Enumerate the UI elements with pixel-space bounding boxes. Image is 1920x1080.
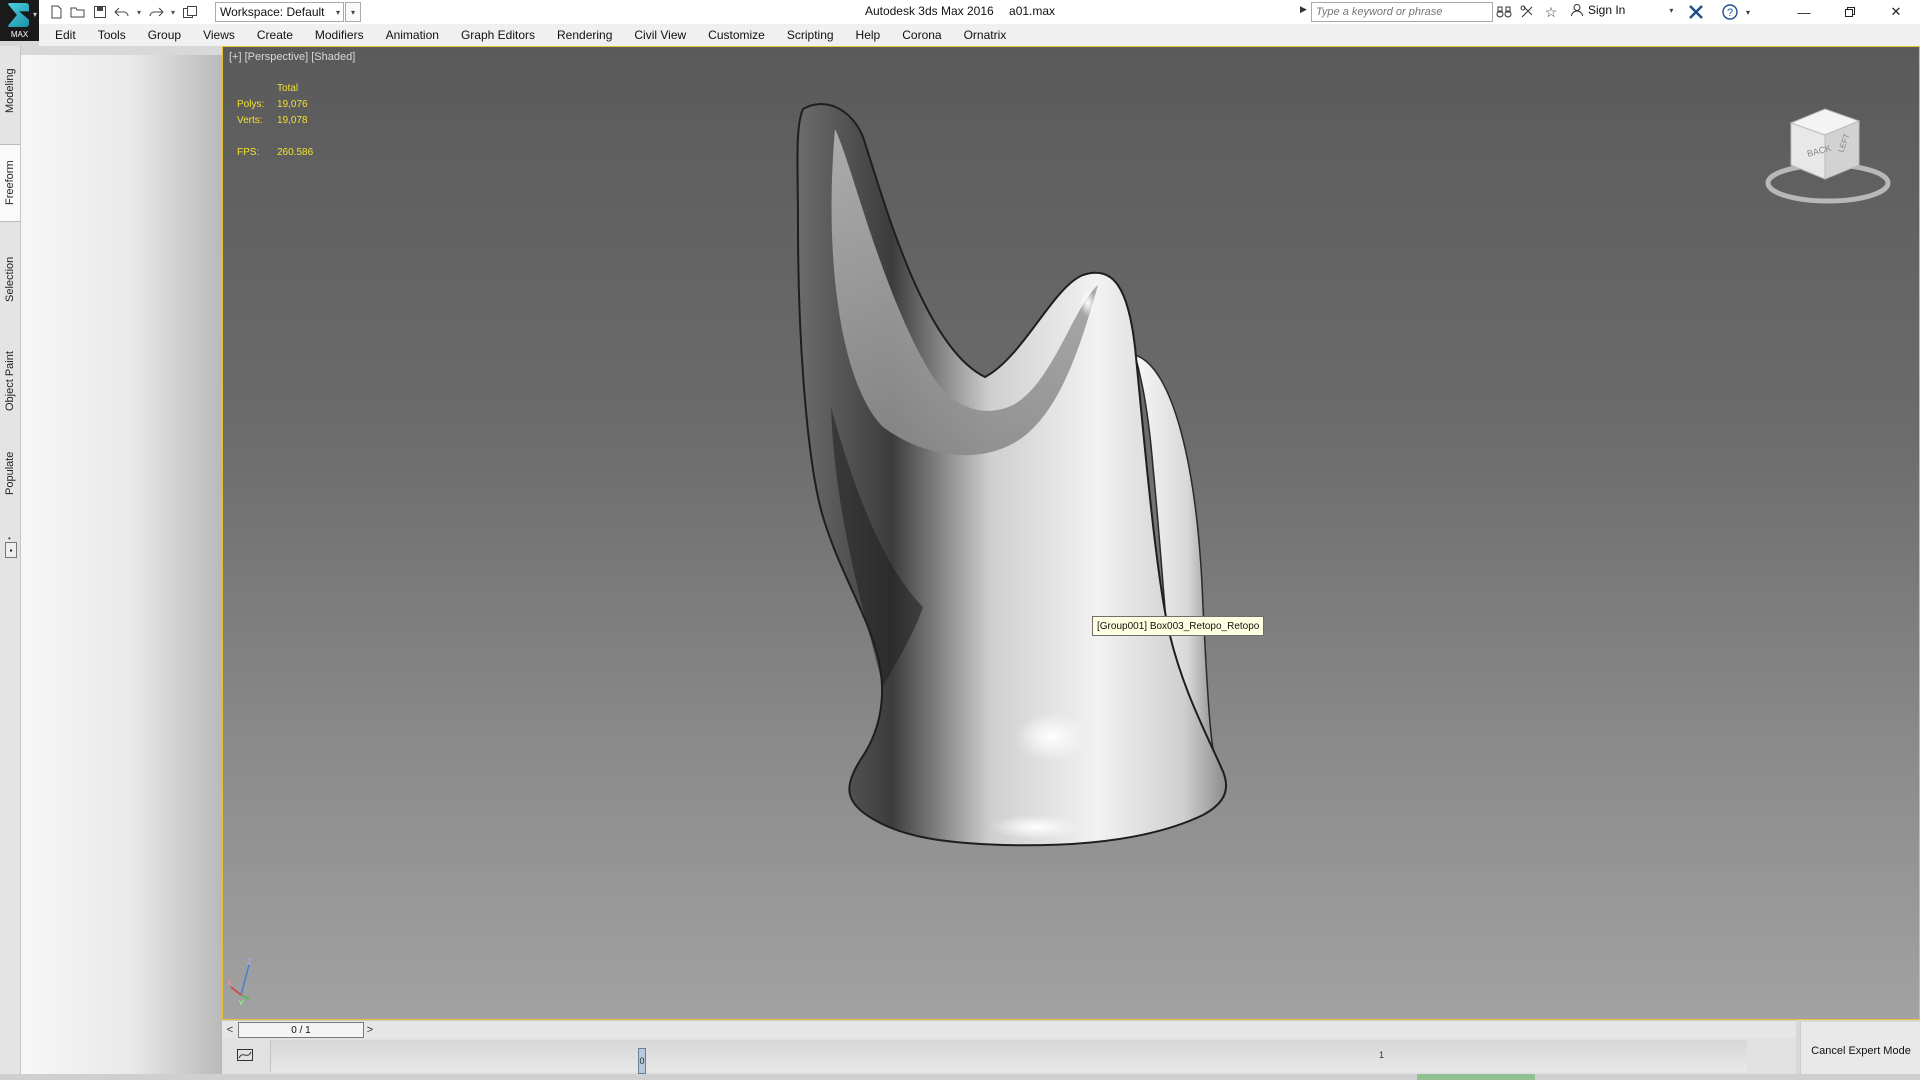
redo-dropdown-icon[interactable]: ▾	[168, 2, 178, 22]
app-title: Autodesk 3ds Max 2016	[864, 4, 994, 18]
workspace-dropdown[interactable]: Workspace: Default ▾	[215, 2, 344, 22]
close-icon[interactable]: ✕	[1873, 0, 1919, 24]
search-input[interactable]	[1312, 5, 1490, 19]
viewcube[interactable]: BACK LEFT	[1763, 101, 1893, 211]
time-slider-thumb[interactable]: 0 / 1	[238, 1022, 364, 1038]
save-icon[interactable]	[90, 2, 110, 22]
binoculars-icon[interactable]	[1494, 2, 1514, 22]
status-strip	[0, 1074, 1920, 1080]
quick-access-toolbar: ▾ ▾	[46, 2, 200, 22]
menu-create[interactable]: Create	[246, 28, 304, 42]
workspace-value: Workspace: Default	[220, 5, 325, 19]
axis-x-label: x	[227, 977, 232, 987]
menu-scripting[interactable]: Scripting	[776, 28, 845, 42]
menu-views[interactable]: Views	[192, 28, 246, 42]
axis-tripod-icon: z x y	[227, 956, 252, 1005]
track-bar: 0 1	[222, 1038, 1796, 1074]
axis-z-label: z	[247, 956, 252, 966]
open-file-icon[interactable]	[68, 2, 88, 22]
menu-modifiers[interactable]: Modifiers	[304, 28, 375, 42]
menu-rendering[interactable]: Rendering	[546, 28, 623, 42]
menu-corona[interactable]: Corona	[891, 28, 952, 42]
menu-customize[interactable]: Customize	[697, 28, 776, 42]
status-progress-bar	[1417, 1074, 1535, 1080]
ribbon-collapse-dot-icon[interactable]: •	[8, 534, 12, 543]
time-slider: < 0 / 1 >	[222, 1020, 1796, 1039]
time-next-button[interactable]: >	[363, 1022, 377, 1037]
menu-edit[interactable]: Edit	[39, 28, 87, 42]
menu-animation[interactable]: Animation	[375, 28, 450, 42]
menu-bar: Edit Tools Group Views Create Modifiers …	[39, 24, 1920, 46]
current-frame-marker[interactable]: 0	[638, 1048, 646, 1074]
search-field[interactable]	[1311, 2, 1493, 22]
sign-in-menu[interactable]: Sign In ▾	[1570, 3, 1673, 17]
ribbon-tab-strip: Modeling Freeform Selection Object Paint…	[0, 46, 21, 1080]
user-icon	[1571, 4, 1583, 17]
tab-object-paint[interactable]: Object Paint	[0, 336, 20, 426]
undo-dropdown-icon[interactable]: ▾	[134, 2, 144, 22]
exchange-apps-icon[interactable]	[1686, 2, 1706, 22]
help-icon[interactable]: ?	[1720, 2, 1740, 22]
application-menu-button[interactable]: ▾ MAX	[0, 0, 39, 41]
menu-ornatrix[interactable]: Ornatrix	[953, 28, 1018, 42]
track-area[interactable]: 0 1	[270, 1040, 1747, 1074]
help-dropdown-icon[interactable]: ▾	[1738, 2, 1758, 22]
menu-group[interactable]: Group	[137, 28, 192, 42]
ribbon-panel	[21, 55, 222, 1080]
subscription-center-icon[interactable]	[1517, 2, 1537, 22]
tab-modeling[interactable]: Modeling	[0, 56, 20, 126]
chevron-down-icon: ▾	[32, 10, 37, 19]
qat-customize-icon[interactable]: ▾	[345, 2, 361, 22]
favorites-star-icon[interactable]: ☆	[1541, 2, 1561, 22]
title-bar: Autodesk 3ds Max 2016 a01.max ▾ ▾ Worksp…	[0, 0, 1920, 25]
tab-populate[interactable]: Populate	[0, 438, 20, 508]
restore-icon[interactable]	[1827, 0, 1873, 24]
axis-y-label: y	[239, 997, 244, 1005]
mesh-object[interactable]	[223, 47, 1917, 1017]
sign-in-label: Sign In	[1588, 3, 1626, 17]
menu-graph-editors[interactable]: Graph Editors	[450, 28, 546, 42]
tab-selection[interactable]: Selection	[0, 244, 20, 314]
app-logo-label: MAX	[10, 30, 29, 39]
menu-help[interactable]: Help	[845, 28, 892, 42]
project-folder-icon[interactable]	[180, 2, 200, 22]
frame-tick-label: 1	[1379, 1050, 1385, 1060]
redo-icon[interactable]	[146, 2, 166, 22]
chevron-down-icon: ▾	[335, 7, 340, 17]
file-name: a01.max	[1009, 4, 1056, 18]
undo-icon[interactable]	[112, 2, 132, 22]
minimize-icon[interactable]: —	[1781, 0, 1827, 24]
menu-civil-view[interactable]: Civil View	[623, 28, 697, 42]
tab-freeform[interactable]: Freeform	[0, 144, 20, 222]
menu-tools[interactable]: Tools	[87, 28, 137, 42]
3ds-max-logo-icon	[7, 3, 29, 27]
perspective-viewport[interactable]: [+] [Perspective] [Shaded] Total Polys: 1…	[222, 46, 1920, 1020]
new-file-icon[interactable]	[46, 2, 66, 22]
chevron-down-icon: ▾	[1669, 5, 1674, 15]
object-name-tooltip: [Group001] Box003_Retopo_Retopo	[1092, 616, 1265, 636]
svg-text:?: ?	[1727, 7, 1733, 19]
mini-curve-editor-icon[interactable]	[235, 1046, 255, 1064]
search-expand-icon[interactable]: ▶	[1300, 4, 1307, 15]
cancel-expert-mode-button[interactable]: Cancel Expert Mode	[1800, 1022, 1920, 1080]
ribbon-minimize-icon[interactable]: ▪	[5, 542, 17, 558]
time-prev-button[interactable]: <	[223, 1022, 237, 1037]
